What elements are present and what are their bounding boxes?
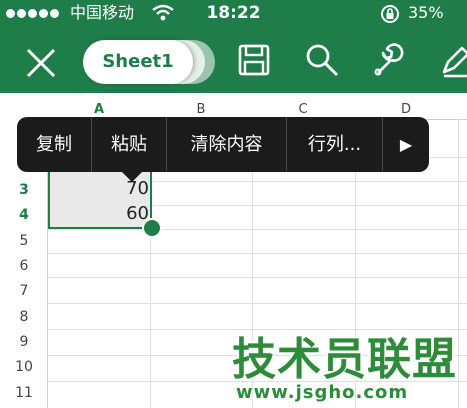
column-header-b[interactable]: B: [150, 93, 252, 119]
column-header-a[interactable]: A: [48, 93, 150, 119]
grid-line: [48, 303, 467, 304]
save-icon[interactable]: [236, 42, 272, 78]
row-header-3[interactable]: 3: [0, 178, 48, 202]
toolbar: Sheet1: [0, 26, 467, 93]
rotation-lock-icon: [381, 5, 399, 23]
menu-item-rows-columns[interactable]: 行列...: [287, 117, 382, 172]
watermark-url: www.jsgho.com: [236, 382, 409, 403]
grid-line: [48, 253, 467, 254]
close-icon[interactable]: [24, 46, 58, 80]
menu-item-paste[interactable]: 粘贴: [92, 117, 166, 172]
row-header-10[interactable]: 10: [0, 355, 48, 379]
watermark: 技术员联盟 www.jsgho.com: [232, 336, 457, 406]
context-menu-pointer: [121, 171, 143, 182]
sheet-tabs: Sheet1: [83, 40, 218, 84]
row-header-11[interactable]: 11: [0, 381, 48, 405]
row-header-6[interactable]: 6: [0, 254, 48, 278]
status-bar: 中国移动 18:22 35%: [0, 0, 467, 26]
watermark-title: 技术员联盟: [232, 334, 457, 385]
grid-line: [48, 329, 467, 330]
row-header-9[interactable]: 9: [0, 330, 48, 354]
pen-icon[interactable]: [438, 42, 467, 78]
grid-line: [48, 229, 467, 230]
row-header-5[interactable]: 5: [0, 229, 48, 253]
row-header-4[interactable]: 4: [0, 203, 48, 227]
grid-line: [48, 277, 467, 278]
more-arrow-icon[interactable]: ▶: [383, 117, 429, 172]
column-header-d[interactable]: D: [355, 93, 457, 119]
sheet-tab-sheet1[interactable]: Sheet1: [83, 40, 193, 84]
menu-item-clear-contents[interactable]: 清除内容: [167, 117, 286, 172]
wrench-icon[interactable]: [370, 42, 406, 78]
selection-handle[interactable]: [142, 218, 162, 238]
app-header: 中国移动 18:22 35% Sheet1: [0, 0, 467, 93]
menu-item-copy[interactable]: 复制: [17, 117, 91, 172]
row-header-7[interactable]: 7: [0, 279, 48, 303]
battery-percent: 35%: [408, 3, 444, 22]
grid-line: [458, 119, 459, 408]
row-header-8[interactable]: 8: [0, 305, 48, 329]
search-icon[interactable]: [304, 42, 340, 78]
cell-a4[interactable]: 60: [48, 202, 149, 226]
column-header-c[interactable]: C: [252, 93, 354, 119]
context-menu: 复制 粘贴 清除内容 行列... ▶: [17, 117, 429, 172]
